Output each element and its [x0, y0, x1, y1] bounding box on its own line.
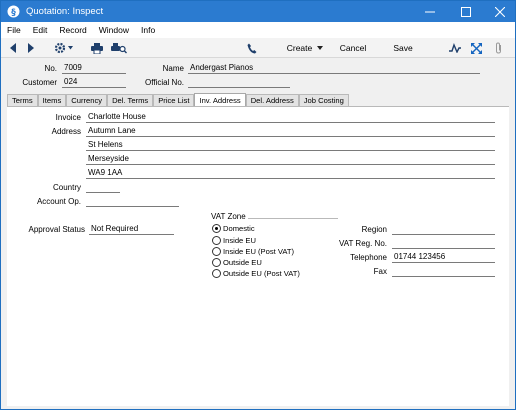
region-label: Region: [361, 225, 387, 234]
toolbar: Create Cancel Save: [1, 38, 515, 58]
address-line-3-field[interactable]: Merseyside: [86, 154, 495, 165]
close-icon[interactable]: [483, 1, 516, 22]
next-record-icon[interactable]: [25, 41, 37, 55]
vat-zone-option-label: Domestic: [223, 223, 255, 233]
menu-edit[interactable]: Edit: [27, 22, 54, 38]
official-no-label: Official No.: [145, 78, 184, 87]
invoice-name-field[interactable]: Charlotte House: [86, 112, 495, 123]
activity-graph-icon[interactable]: [448, 41, 462, 55]
menu-info[interactable]: Info: [135, 22, 161, 38]
address-line-4-field[interactable]: WA9 1AA: [86, 168, 495, 179]
account-op-label: Account Op.: [36, 197, 81, 206]
vat-zone-option-inside-eu[interactable]: Inside EU: [212, 235, 256, 245]
app-icon: §: [7, 5, 20, 18]
fax-field[interactable]: [392, 266, 495, 277]
menu-file[interactable]: File: [1, 22, 27, 38]
chevron-down-icon: [317, 46, 324, 50]
attachment-icon[interactable]: [491, 41, 505, 55]
vat-zone-option-inside-eu-post-vat[interactable]: Inside EU (Post VAT): [212, 246, 294, 256]
print-icon[interactable]: [90, 41, 104, 55]
radio-icon: [212, 246, 221, 256]
radio-icon: [212, 268, 221, 278]
radio-icon: [212, 257, 221, 267]
vat-zone-label: VAT Zone: [211, 212, 246, 221]
vat-zone-option-label: Outside EU (Post VAT): [223, 268, 300, 278]
customer-label: Customer: [22, 78, 57, 87]
region-field[interactable]: [392, 224, 495, 235]
approval-status-field[interactable]: Not Required: [89, 224, 174, 235]
svg-text:§: §: [11, 8, 16, 18]
number-field[interactable]: 7009: [62, 63, 126, 74]
title-bar[interactable]: § Quotation: Inspect: [1, 1, 515, 22]
menu-record[interactable]: Record: [53, 22, 92, 38]
no-label: No.: [44, 64, 57, 73]
address-line-1-field[interactable]: Autumn Lane: [86, 126, 495, 137]
vat-zone-option-label: Inside EU (Post VAT): [223, 246, 295, 256]
customer-field[interactable]: 024: [62, 77, 126, 88]
print-preview-icon[interactable]: [110, 41, 128, 55]
minimize-icon[interactable]: [413, 1, 447, 22]
tab-strip: Terms Items Currency Del. Terms Price Li…: [7, 93, 349, 107]
radio-icon: [212, 235, 221, 245]
quotation-window: § Quotation: Inspect File Edit Record Wi…: [0, 0, 516, 410]
vat-reg-no-label: VAT Reg. No.: [338, 239, 387, 248]
vat-zone-option-outside-eu-post-vat[interactable]: Outside EU (Post VAT): [212, 268, 300, 278]
operations-gear-icon[interactable]: [53, 41, 75, 55]
vat-reg-no-field[interactable]: [392, 238, 495, 249]
menu-bar: File Edit Record Window Info: [1, 22, 515, 38]
maximize-icon[interactable]: [449, 1, 483, 22]
telephone-label: Telephone: [350, 253, 387, 262]
vat-zone-option-domestic[interactable]: Domestic: [212, 223, 255, 233]
official-no-field[interactable]: [188, 77, 290, 88]
invoice-label: Invoice: [55, 113, 81, 122]
vat-zone-divider: [248, 218, 338, 219]
vat-zone-option-outside-eu[interactable]: Outside EU: [212, 257, 262, 267]
address-label: Address: [51, 127, 81, 136]
tab-inv-address[interactable]: Inv. Address: [194, 93, 246, 107]
approval-status-label: Approval Status: [28, 225, 85, 234]
radio-selected-icon: [212, 223, 221, 233]
telephone-field[interactable]: 01744 123456: [392, 252, 495, 263]
create-button[interactable]: Create: [284, 41, 326, 55]
save-button[interactable]: Save: [389, 41, 417, 55]
account-op-field[interactable]: [86, 196, 179, 207]
name-label: Name: [162, 64, 184, 73]
name-field[interactable]: Andergast Pianos: [188, 63, 480, 74]
menu-window[interactable]: Window: [93, 22, 135, 38]
phone-icon[interactable]: [246, 41, 258, 55]
country-label: Country: [52, 183, 81, 192]
vat-zone-option-label: Inside EU: [223, 235, 256, 245]
country-field[interactable]: [86, 182, 120, 193]
expand-icon[interactable]: [469, 41, 483, 55]
window-title: Quotation: Inspect: [26, 6, 104, 17]
previous-record-icon[interactable]: [7, 41, 19, 55]
create-button-label: Create: [286, 43, 313, 53]
address-line-2-field[interactable]: St Helens: [86, 140, 495, 151]
vat-zone-option-label: Outside EU: [223, 257, 262, 267]
cancel-button[interactable]: Cancel: [335, 41, 371, 55]
fax-label: Fax: [373, 267, 387, 276]
